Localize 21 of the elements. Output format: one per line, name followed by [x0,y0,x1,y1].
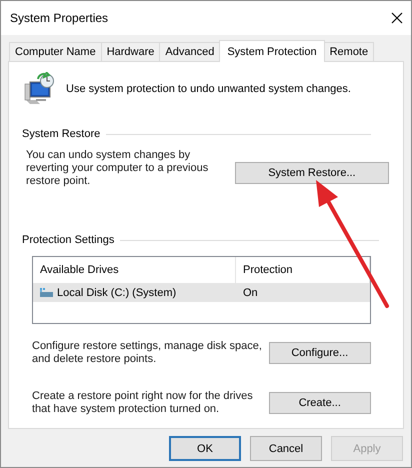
group-title: System Restore [22,128,100,140]
tab[interactable]: Remote [324,42,374,61]
protection-status: On [242,286,259,298]
intro-text: Use system protection to undo unwanted system changes. [66,83,351,95]
tab[interactable]: System Protection [219,40,325,62]
drive-row[interactable]: Local Disk (C:) (System) On [33,283,370,302]
action-button[interactable]: Configure... [268,342,371,364]
action-button[interactable]: Create... [268,392,371,414]
drive-name: Local Disk (C:) (System) [57,286,176,298]
dialog-button[interactable]: OK [169,436,241,461]
restore-description: You can undo system changes by reverting your computer to a previous restore point. [26,149,210,188]
window-title: System Properties [10,11,108,25]
dialog-button[interactable]: Cancel [250,436,322,461]
drive-icon [39,287,54,298]
close-icon[interactable] [391,12,403,24]
action-description: Configure restore settings, manage disk space, and delete restore points. [32,340,263,366]
action-description: Create a restore point right now for the drives that have system protection turned on. [32,390,254,416]
tab[interactable]: Computer Name [9,42,102,61]
group-title: Protection Settings [22,234,114,246]
computer-icon [22,72,56,106]
system-restore-button[interactable]: System Restore... [234,162,389,184]
